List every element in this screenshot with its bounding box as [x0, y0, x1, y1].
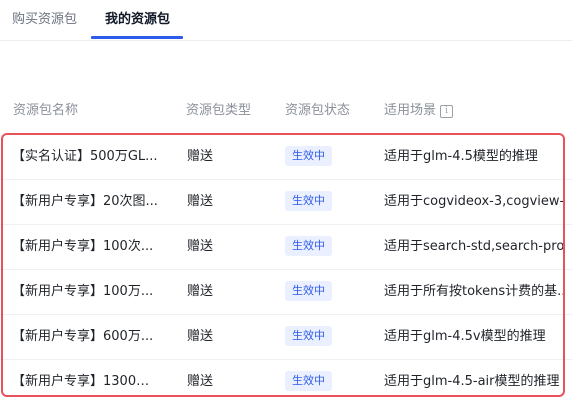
table-row[interactable]: 【新用户专享】1300万... 赠送 生效中 适用于glm-4.5-air模型的… [0, 360, 572, 405]
status-cell: 生效中 [285, 135, 365, 179]
table-row[interactable]: 【新用户专享】20次图... 赠送 生效中 适用于cogvideox-3,cog… [0, 180, 572, 225]
status-badge: 生效中 [285, 325, 332, 346]
applicable-scene: 适用于glm-4.5v模型的推理 [384, 329, 546, 344]
column-header-scene: 适用场景 i [384, 98, 454, 124]
status-cell: 生效中 [285, 315, 365, 359]
status-cell: 生效中 [285, 180, 365, 224]
tab-my-resource-packs[interactable]: 我的资源包 [105, 0, 170, 40]
status-cell: 生效中 [285, 360, 365, 404]
tab-bar: 购买资源包 我的资源包 [0, 0, 572, 41]
resource-pack-type: 赠送 [187, 374, 214, 389]
resource-pack-type: 赠送 [187, 194, 214, 209]
table-row[interactable]: 【新用户专享】100万... 赠送 生效中 适用于所有按tokens计费的基..… [0, 270, 572, 315]
resource-pack-type: 赠送 [187, 149, 214, 164]
applicable-scene: 适用于所有按tokens计费的基... [384, 284, 564, 299]
status-cell: 生效中 [285, 225, 365, 269]
status-cell: 生效中 [285, 270, 365, 314]
applicable-scene: 适用于glm-4.5模型的推理 [384, 149, 538, 164]
status-badge: 生效中 [285, 145, 332, 166]
tab-buy-resource-packs[interactable]: 购买资源包 [12, 0, 77, 40]
column-header-status: 资源包状态 [285, 103, 351, 118]
table-row[interactable]: 【新用户专享】100次... 赠送 生效中 适用于search-std,sear… [0, 225, 572, 270]
applicable-scene: 适用于cogvideox-3,cogview-4-... [384, 194, 564, 209]
table-row[interactable]: 【实名认证】500万GL... 赠送 生效中 适用于glm-4.5模型的推理 [0, 135, 572, 180]
resource-pack-name: 【新用户专享】600万... [12, 329, 154, 344]
resource-pack-type: 赠送 [187, 239, 214, 254]
resource-pack-name: 【新用户专享】100万... [12, 284, 154, 299]
resource-pack-name: 【实名认证】500万GL... [12, 149, 158, 164]
table-row[interactable]: 【新用户专享】600万... 赠送 生效中 适用于glm-4.5v模型的推理 [0, 315, 572, 360]
resource-pack-type: 赠送 [187, 329, 214, 344]
status-badge: 生效中 [285, 370, 332, 391]
status-badge: 生效中 [285, 280, 332, 301]
column-header-scene-label: 适用场景 [384, 103, 437, 118]
resource-pack-name: 【新用户专享】20次图... [12, 194, 158, 209]
status-badge: 生效中 [285, 190, 332, 211]
table-header: 资源包名称 资源包类型 资源包状态 适用场景 i [0, 98, 572, 124]
info-icon[interactable]: i [440, 105, 454, 118]
table-body: 【实名认证】500万GL... 赠送 生效中 适用于glm-4.5模型的推理 【… [0, 135, 572, 405]
resource-pack-type: 赠送 [187, 284, 214, 299]
applicable-scene: 适用于glm-4.5-air模型的推理 [384, 374, 560, 389]
resource-pack-name: 【新用户专享】100次... [12, 239, 154, 254]
active-tab-indicator [91, 36, 183, 39]
column-header-name: 资源包名称 [13, 103, 79, 118]
status-badge: 生效中 [285, 235, 332, 256]
applicable-scene: 适用于search-std,search-pro,s... [384, 239, 564, 254]
column-header-type: 资源包类型 [186, 103, 252, 118]
resource-pack-name: 【新用户专享】1300万... [12, 374, 158, 389]
